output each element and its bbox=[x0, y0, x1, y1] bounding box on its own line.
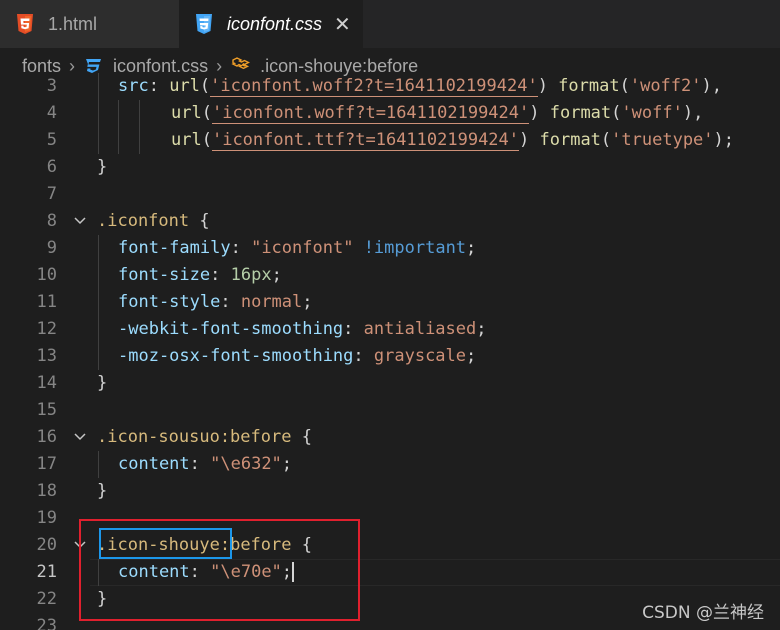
close-icon[interactable]: ✕ bbox=[334, 12, 351, 37]
code-line: 12 -webkit-font-smoothing: antialiased; bbox=[0, 316, 780, 343]
line-number: 7 bbox=[46, 184, 57, 204]
indent-guide bbox=[98, 289, 99, 316]
line-number: 12 bbox=[36, 319, 57, 339]
indent-guide bbox=[98, 235, 99, 262]
line-number: 9 bbox=[46, 238, 57, 258]
watermark: CSDN @兰神经 bbox=[642, 603, 764, 623]
code-text: } bbox=[97, 373, 108, 393]
code-line: 7 bbox=[0, 181, 780, 208]
css3-icon bbox=[83, 58, 103, 74]
code-line: 4 url('iconfont.woff?t=1641102199424') f… bbox=[0, 100, 780, 127]
line-number: 6 bbox=[46, 157, 57, 177]
line-number: 15 bbox=[36, 400, 57, 420]
code-text: font-size: 16px; bbox=[118, 265, 282, 285]
code-line: 11 font-style: normal; bbox=[0, 289, 780, 316]
line-number: 4 bbox=[46, 103, 57, 123]
code-line: 17 content: "\e632"; bbox=[0, 451, 780, 478]
tab-label: iconfont.css bbox=[227, 13, 323, 34]
line-number: 10 bbox=[36, 265, 57, 285]
indent-guide bbox=[139, 100, 140, 127]
line-number: 13 bbox=[36, 346, 57, 366]
code-line: 13 -moz-osx-font-smoothing: grayscale; bbox=[0, 343, 780, 370]
tab-bar: 1.html iconfont.css ✕ bbox=[0, 0, 780, 48]
code-line: 5 url('iconfont.ttf?t=1641102199424') fo… bbox=[0, 127, 780, 154]
indent-guide bbox=[98, 451, 99, 478]
chevron-down-icon[interactable] bbox=[72, 213, 88, 229]
tab-bar-empty bbox=[363, 0, 780, 48]
tab-1-html[interactable]: 1.html bbox=[0, 0, 179, 48]
indent-guide bbox=[98, 73, 99, 100]
code-text: font-family: "iconfont" !important; bbox=[118, 238, 477, 258]
line-number: 8 bbox=[46, 211, 57, 231]
tab-label: 1.html bbox=[48, 13, 98, 34]
line-number: 23 bbox=[36, 616, 57, 630]
indent-guide bbox=[139, 127, 140, 154]
line-number: 19 bbox=[36, 508, 57, 528]
tab-iconfont-css[interactable]: iconfont.css ✕ bbox=[179, 0, 363, 48]
line-number: 5 bbox=[46, 130, 57, 150]
code-text: -moz-osx-font-smoothing: grayscale; bbox=[118, 346, 477, 366]
code-line: 8 .iconfont { bbox=[0, 208, 780, 235]
code-text: content: "\e632"; bbox=[118, 454, 293, 474]
line-number: 22 bbox=[36, 589, 57, 609]
line-number: 17 bbox=[36, 454, 57, 474]
indent-guide bbox=[98, 316, 99, 343]
indent-guide bbox=[118, 100, 119, 127]
line-number: 11 bbox=[36, 292, 57, 312]
line-number: 18 bbox=[36, 481, 57, 501]
code-text: src: url('iconfont.woff2?t=1641102199424… bbox=[118, 76, 722, 97]
indent-guide bbox=[98, 127, 99, 154]
indent-guide bbox=[118, 127, 119, 154]
code-line: 14 } bbox=[0, 370, 780, 397]
html5-icon bbox=[16, 14, 34, 34]
code-text: font-style: normal; bbox=[118, 292, 313, 312]
chevron-down-icon[interactable] bbox=[72, 429, 88, 445]
code-line: 15 bbox=[0, 397, 780, 424]
line-number: 3 bbox=[46, 76, 57, 96]
code-text: } bbox=[97, 481, 108, 501]
code-line: 6 } bbox=[0, 154, 780, 181]
code-line: 3 src: url('iconfont.woff2?t=16411021994… bbox=[0, 73, 780, 100]
code-line: 18 } bbox=[0, 478, 780, 505]
code-text: } bbox=[97, 157, 108, 177]
code-text: .iconfont { bbox=[97, 211, 210, 231]
css3-icon bbox=[195, 14, 213, 34]
line-number: 16 bbox=[36, 427, 57, 447]
code-text: url('iconfont.woff?t=1641102199424') for… bbox=[171, 103, 704, 124]
indent-guide bbox=[98, 262, 99, 289]
indent-guide bbox=[98, 343, 99, 370]
code-line: 10 font-size: 16px; bbox=[0, 262, 780, 289]
code-text: -webkit-font-smoothing: antialiased; bbox=[118, 319, 487, 339]
code-text: url('iconfont.ttf?t=1641102199424') form… bbox=[171, 130, 735, 151]
code-text: .icon-sousuo:before { bbox=[97, 427, 312, 447]
line-number: 20 bbox=[36, 535, 57, 555]
line-number: 14 bbox=[36, 373, 57, 393]
line-number: 21 bbox=[36, 562, 57, 582]
indent-guide bbox=[98, 100, 99, 127]
bracket-match-highlight bbox=[99, 528, 232, 559]
code-line: 9 font-family: "iconfont" !important; bbox=[0, 235, 780, 262]
code-line: 16 .icon-sousuo:before { bbox=[0, 424, 780, 451]
